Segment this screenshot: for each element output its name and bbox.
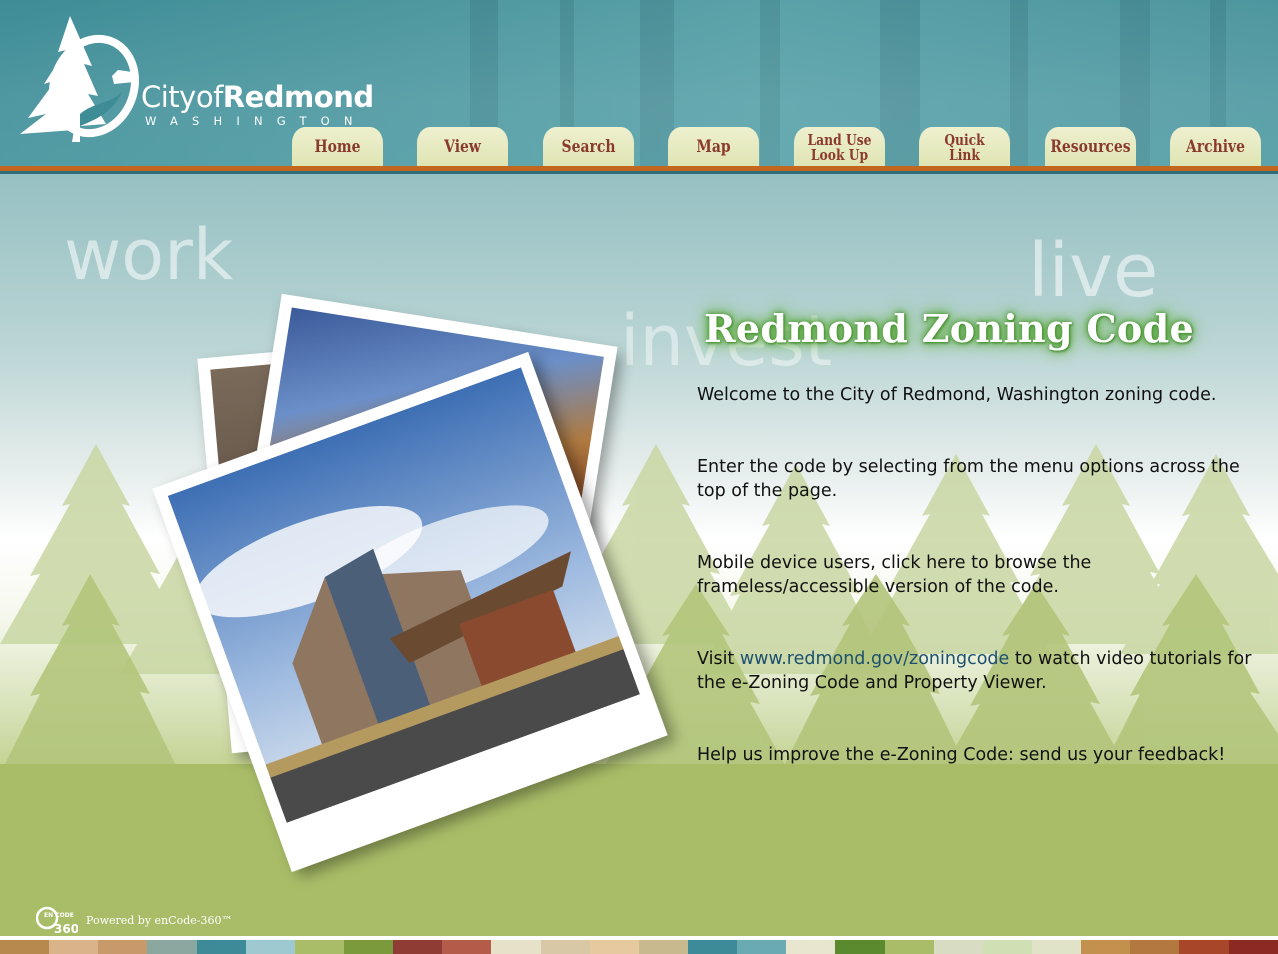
- nav-label: View: [444, 136, 481, 157]
- powered-by-text: Powered by enCode-360™: [86, 913, 233, 927]
- zoningcode-link[interactable]: www.redmond.gov/zoningcode: [740, 649, 1009, 669]
- stripe-segment: [491, 940, 541, 954]
- nav-label: Home: [314, 136, 361, 157]
- nav-label: Archive: [1185, 136, 1246, 157]
- stripe-segment: [245, 940, 295, 954]
- nav-tab-land-use-look-up[interactable]: Land Use Look Up: [793, 127, 886, 167]
- stripe-segment: [1081, 940, 1131, 954]
- city-logo[interactable]: CityofRedmond WASHINGTON: [14, 14, 414, 144]
- nav-tab-view[interactable]: View: [416, 127, 509, 167]
- stripe-segment: [1130, 940, 1180, 954]
- stripe-segment: [393, 940, 443, 954]
- nav-label-line-2: Link: [949, 146, 980, 164]
- page-title: Redmond Zoning Code: [704, 306, 1194, 351]
- nav-label-line-2: Look Up: [810, 146, 869, 164]
- welcome-text: Welcome to the City of Redmond, Washingt…: [697, 385, 1217, 405]
- nav-tab-resources[interactable]: Resources: [1044, 127, 1137, 167]
- stripe-segment: [638, 940, 688, 954]
- stripe-segment: [589, 940, 639, 954]
- stripe-segment: [1031, 940, 1082, 954]
- stripe-segment: [982, 940, 1032, 954]
- stripe-segment: [294, 940, 344, 954]
- stripe-segment: [0, 940, 50, 954]
- nav-label: Map: [696, 136, 731, 157]
- nav-tab-map[interactable]: Map: [667, 127, 760, 167]
- stripe-segment: [540, 940, 590, 954]
- powered-by[interactable]: EN CODE 360 Powered by enCode-360™: [36, 906, 232, 934]
- stripe-segment: [786, 940, 836, 954]
- stripe-segment: [49, 940, 99, 954]
- visit-prefix: Visit: [697, 649, 740, 669]
- redmond-tree-logo-icon: [20, 16, 140, 142]
- bg-word-work: work: [64, 214, 234, 296]
- site-header: CityofRedmond WASHINGTON Home View Searc…: [0, 0, 1278, 168]
- stripe-segment: [884, 940, 934, 954]
- mobile-version-link[interactable]: Mobile device users, click here to brows…: [697, 551, 1257, 599]
- stripe-segment: [835, 940, 885, 954]
- stripe-segment: [147, 940, 197, 954]
- stripe-segment: [196, 940, 246, 954]
- encode360-logo-icon: EN CODE 360: [36, 906, 78, 934]
- stripe-segment: [343, 940, 394, 954]
- enter-instructions: Enter the code by selecting from the men…: [697, 457, 1240, 501]
- nav-label: Search: [561, 136, 616, 157]
- nav-tab-quick-link[interactable]: Quick Link: [918, 127, 1011, 167]
- visit-paragraph: Visit www.redmond.gov/zoningcode to watc…: [697, 647, 1257, 695]
- nav-tab-search[interactable]: Search: [542, 127, 635, 167]
- stripe-segment: [1228, 940, 1278, 954]
- stripe-segment: [1179, 940, 1229, 954]
- nav-label: Resources: [1050, 136, 1131, 157]
- logo-city-name: Redmond: [222, 80, 374, 114]
- bg-word-live: live: [1028, 228, 1159, 314]
- logo-state: WASHINGTON: [145, 114, 367, 128]
- nav-tab-archive[interactable]: Archive: [1169, 127, 1262, 167]
- stripe-segment: [737, 940, 787, 954]
- stripe-segment: [687, 940, 738, 954]
- stripe-segment: [98, 940, 148, 954]
- encode-badge-number: 360: [54, 922, 78, 934]
- stripe-segment: [442, 940, 492, 954]
- logo-wordmark: CityofRedmond: [141, 80, 374, 114]
- footer-color-stripe: [0, 940, 1278, 954]
- logo-city-prefix: Cityof: [141, 80, 223, 114]
- feedback-link[interactable]: Help us improve the e-Zoning Code: send …: [697, 743, 1257, 767]
- nav-tab-home[interactable]: Home: [291, 127, 384, 167]
- stripe-segment: [933, 940, 983, 954]
- encode-badge-text: EN CODE: [44, 912, 74, 919]
